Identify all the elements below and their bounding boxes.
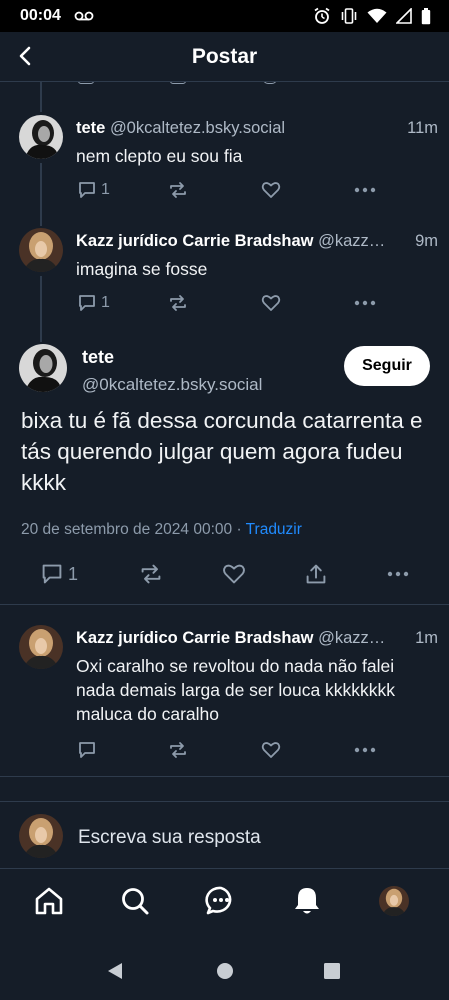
translate-link[interactable]: Traduzir: [246, 521, 302, 538]
heart-icon: [261, 742, 281, 758]
system-recents-button[interactable]: [324, 963, 340, 979]
repost-button[interactable]: [139, 562, 163, 586]
post-text: bixa tu é fã dessa corcunda catarrenta e…: [21, 408, 423, 495]
vibrate-icon: [340, 7, 358, 25]
heart-icon: [223, 564, 245, 584]
thread-line: [40, 276, 42, 342]
nav-home[interactable]: [32, 884, 66, 918]
repost-button[interactable]: [168, 293, 188, 313]
avatar[interactable]: [19, 115, 63, 159]
more-options-button[interactable]: [354, 180, 376, 200]
profile-avatar: [379, 886, 409, 916]
more-icon: [354, 187, 376, 193]
like-button[interactable]: [261, 293, 281, 313]
system-back-button[interactable]: [106, 962, 124, 980]
author-handle[interactable]: @kazz…: [318, 629, 385, 647]
more-options-button[interactable]: [354, 740, 376, 760]
like-button[interactable]: [222, 562, 246, 586]
share-icon: [306, 564, 326, 584]
nav-chat[interactable]: [204, 884, 238, 918]
nav-notifications[interactable]: [290, 884, 324, 918]
status-time: 00:04: [20, 7, 61, 24]
heart-icon: [261, 182, 281, 198]
reply-count: 1: [68, 563, 79, 584]
avatar[interactable]: [19, 344, 67, 392]
status-bar: 00:04: [0, 0, 449, 32]
back-triangle-icon: [108, 963, 122, 979]
repost-icon: [170, 742, 186, 758]
post-time: 9m: [415, 232, 438, 250]
thread-line: [40, 163, 42, 226]
system-nav-bar: [0, 940, 449, 1000]
reply-button[interactable]: 1: [40, 562, 78, 586]
repost-icon: [141, 564, 161, 584]
system-home-button[interactable]: [216, 962, 234, 980]
divider: [0, 604, 449, 605]
author-name[interactable]: tete: [82, 347, 114, 368]
reply-icon: [79, 742, 95, 758]
voicemail-icon: [74, 11, 94, 21]
reply-count: 1: [101, 181, 110, 198]
nav-search[interactable]: [118, 884, 152, 918]
post-date: 20 de setembro de 2024 00:00: [21, 521, 233, 538]
author-handle[interactable]: @0kcaltetez.bsky.social: [110, 119, 285, 137]
thread-line: [40, 82, 42, 112]
divider: [0, 776, 449, 777]
like-button[interactable]: [261, 740, 281, 760]
wifi-icon: [367, 8, 387, 24]
more-options-button[interactable]: [386, 562, 410, 586]
clipped-action-row: [0, 82, 449, 87]
author-handle[interactable]: @kazz…: [318, 232, 385, 250]
author-name[interactable]: Kazz jurídico Carrie Bradshaw: [76, 232, 314, 250]
reply-button[interactable]: 1: [77, 180, 110, 200]
separator: ·: [232, 521, 246, 538]
reply-count: 1: [101, 294, 110, 311]
more-icon: [387, 571, 409, 577]
home-circle-icon: [217, 963, 233, 979]
alarm-icon: [313, 7, 331, 25]
more-icon: [354, 300, 376, 306]
repost-button[interactable]: [168, 740, 188, 760]
reply-input[interactable]: Escreva sua resposta: [78, 827, 261, 849]
post-text: nem clepto eu sou fia: [76, 146, 243, 166]
bell-icon: [295, 888, 319, 914]
signal-icon: [396, 8, 412, 24]
post-text: imagina se fosse: [76, 259, 208, 279]
search-icon: [122, 888, 149, 915]
home-icon: [35, 887, 63, 915]
more-icon: [354, 747, 376, 753]
avatar[interactable]: [19, 625, 63, 669]
reply-icon: [42, 564, 62, 584]
author-name[interactable]: tete: [76, 119, 105, 137]
header: Postar: [0, 32, 449, 82]
follow-button[interactable]: Seguir: [344, 346, 430, 386]
battery-icon: [421, 7, 431, 25]
page-title: Postar: [191, 45, 258, 68]
post-time: 11m: [407, 119, 438, 137]
author-name[interactable]: Kazz jurídico Carrie Bradshaw: [76, 629, 314, 647]
post-time: 1m: [415, 629, 438, 647]
nav-profile[interactable]: [379, 886, 409, 916]
repost-button[interactable]: [168, 180, 188, 200]
post-text: Oxi caralho se revoltou do nada não fale…: [76, 656, 396, 724]
recents-square-icon: [324, 963, 340, 979]
chat-icon: [205, 886, 232, 915]
reply-button[interactable]: [77, 740, 97, 760]
reply-icon: [79, 295, 95, 311]
like-button[interactable]: [261, 180, 281, 200]
heart-icon: [261, 295, 281, 311]
repost-icon: [170, 182, 186, 198]
repost-icon: [170, 295, 186, 311]
avatar[interactable]: [19, 228, 63, 272]
reply-button[interactable]: 1: [77, 293, 110, 313]
more-options-button[interactable]: [354, 293, 376, 313]
reply-icon: [79, 182, 95, 198]
author-handle[interactable]: @0kcaltetez.bsky.social: [82, 375, 262, 395]
avatar: [19, 814, 63, 858]
share-button[interactable]: [304, 562, 328, 586]
